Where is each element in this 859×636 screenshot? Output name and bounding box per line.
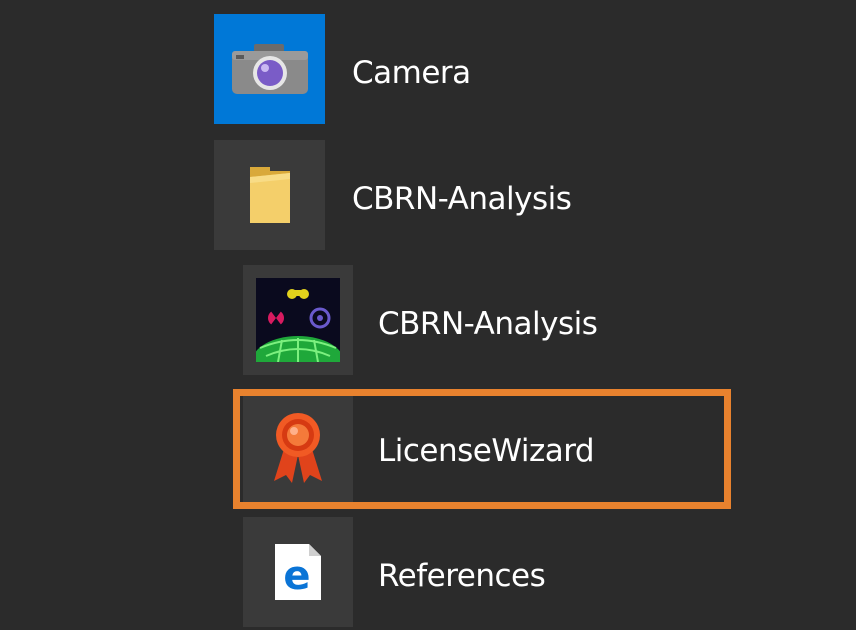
svg-text:e: e [283,553,310,599]
camera-icon [231,44,308,94]
cbrn-app-icon [256,278,340,362]
camera-tile [214,14,325,124]
references-tile: e [243,517,353,627]
app-item-label: LicenseWizard [378,433,595,469]
cbrn-app-tile [243,265,353,375]
app-item-label: CBRN-Analysis [378,306,598,342]
app-item-camera[interactable]: Camera [214,14,734,124]
app-item-label: Camera [352,55,471,91]
app-folder-label: CBRN-Analysis [352,181,572,217]
app-item-label: References [378,558,546,594]
app-item-licensewizard[interactable]: LicenseWizard [243,392,733,502]
licensewizard-tile [243,392,353,502]
award-ribbon-icon [274,413,322,483]
app-item-cbrn-analysis[interactable]: CBRN-Analysis [243,265,733,375]
start-menu-app-list: Camera CBRN-Analysis CBRN-Analysis Licen… [0,0,856,630]
edge-document-icon: e [275,544,321,600]
app-folder-cbrn-analysis[interactable]: CBRN-Analysis [214,140,734,250]
folder-icon [249,167,290,223]
app-item-references[interactable]: e References [243,517,733,627]
folder-tile [214,140,325,250]
